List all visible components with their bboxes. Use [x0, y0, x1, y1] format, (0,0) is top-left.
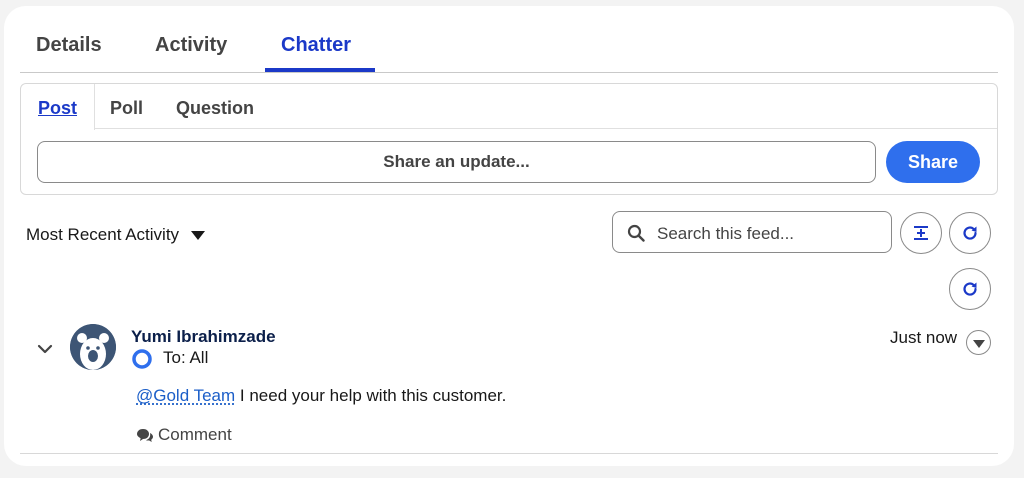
publisher-tab-question[interactable]: Question	[176, 98, 254, 119]
caret-down-icon	[972, 340, 985, 348]
feed-sort-dropdown[interactable]: Most Recent Activity	[26, 225, 206, 245]
publisher-tab-poll[interactable]: Poll	[110, 98, 143, 119]
refresh-icon	[963, 282, 977, 296]
expand-collapse-icon	[914, 226, 928, 240]
record-tabs: Details Activity Chatter	[4, 6, 1014, 74]
post-body-text: I need your help with this customer.	[235, 386, 507, 405]
post-author-name[interactable]: Yumi Ibrahimzade	[131, 327, 276, 347]
post-actions-menu[interactable]	[966, 330, 991, 355]
tabs-divider	[20, 72, 998, 73]
chatter-card: Details Activity Chatter Post Poll Quest…	[4, 6, 1014, 466]
feed-item-divider	[20, 453, 998, 454]
expand-collapse-button[interactable]	[900, 212, 942, 254]
refresh-button[interactable]	[949, 212, 991, 254]
tab-chatter[interactable]: Chatter	[281, 34, 351, 57]
comment-icon	[137, 429, 153, 442]
refresh-icon	[963, 226, 977, 240]
community-icon	[132, 349, 152, 369]
post-audience: To: All	[163, 348, 209, 367]
comment-button[interactable]: Comment	[136, 425, 232, 445]
tab-activity[interactable]: Activity	[155, 34, 227, 57]
search-icon	[627, 224, 645, 242]
share-update-placeholder: Share an update...	[383, 152, 530, 171]
feed-sort-label: Most Recent Activity	[26, 225, 180, 244]
user-avatar-icon	[70, 324, 116, 370]
comment-label: Comment	[158, 425, 232, 444]
chatter-publisher: Post Poll Question Share an update... Sh…	[20, 83, 998, 195]
post-body: @Gold Team I need your help with this cu…	[136, 386, 506, 406]
share-update-input[interactable]: Share an update...	[37, 141, 876, 183]
publisher-tabbar: Post Poll Question	[21, 84, 997, 130]
avatar[interactable]	[70, 324, 116, 370]
share-button[interactable]: Share	[886, 141, 980, 183]
feed-search-input[interactable]: Search this feed...	[612, 211, 892, 253]
refresh-button-secondary[interactable]	[949, 268, 991, 310]
post-timestamp[interactable]: Just now	[890, 328, 957, 348]
publisher-tab-post[interactable]: Post	[38, 98, 77, 119]
chevron-down-icon[interactable]	[36, 340, 54, 358]
caret-down-icon	[191, 230, 206, 240]
mention-link[interactable]: @Gold Team	[136, 386, 235, 405]
tab-details[interactable]: Details	[36, 34, 102, 57]
feed-search-placeholder: Search this feed...	[657, 224, 795, 243]
